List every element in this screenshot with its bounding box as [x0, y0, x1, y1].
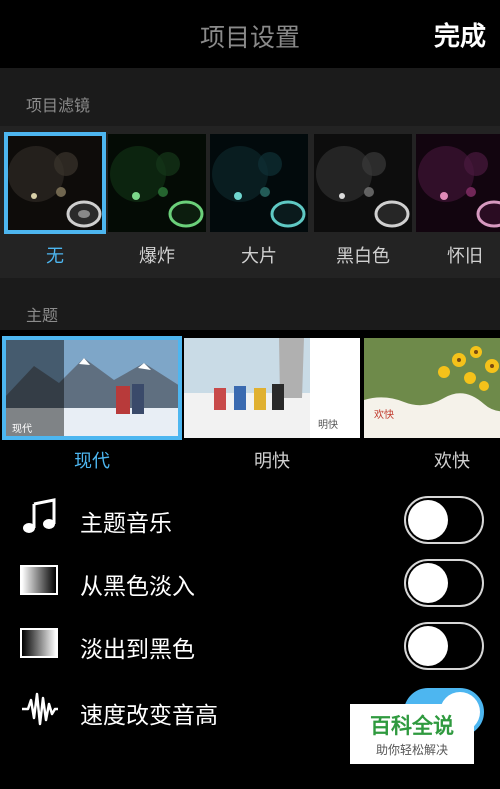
toggle-knob	[408, 563, 448, 603]
filter-thumbnail	[416, 134, 500, 232]
theme-item-bright[interactable]: 明快 明快	[184, 338, 360, 472]
toggle-knob	[408, 500, 448, 540]
filter-label: 黑白色	[336, 246, 390, 267]
theme-tag: 明快	[318, 420, 338, 431]
watermark-logo: 百科全说 助你轻松解决	[350, 704, 474, 764]
filter-thumbnail	[108, 134, 206, 232]
filter-thumbnail	[314, 134, 412, 232]
theme-section-header: 主题	[0, 278, 500, 330]
theme-label: 明快	[254, 451, 290, 472]
theme-tag: 欢快	[374, 410, 394, 421]
theme-strip[interactable]: 现代 现代 明快 明快 欢快 欢快	[0, 330, 500, 472]
filter-item-none[interactable]: 无	[4, 132, 106, 268]
setting-label: 淡出到黑色	[80, 637, 195, 663]
filter-item-vintage[interactable]: 怀旧	[416, 134, 500, 268]
theme-section-title: 主题	[26, 306, 59, 325]
setting-row-theme-music: 主题音乐	[0, 486, 500, 546]
filter-thumbnail	[4, 132, 106, 234]
filter-thumbnail	[210, 134, 308, 232]
fade-in-icon	[20, 561, 60, 599]
setting-label: 从黑色淡入	[80, 574, 195, 600]
filter-label: 无	[46, 246, 64, 267]
theme-label: 现代	[74, 451, 110, 472]
setting-label: 速度改变音高	[80, 703, 218, 729]
nav-bar: 项目设置 完成	[0, 0, 500, 68]
theme-label: 欢快	[434, 451, 470, 472]
done-button[interactable]: 完成	[434, 16, 486, 53]
filter-label: 怀旧	[447, 246, 483, 267]
theme-item-cheerful[interactable]: 欢快 欢快	[364, 338, 500, 472]
toggle-knob	[408, 626, 448, 666]
setting-label: 主题音乐	[80, 511, 172, 537]
music-note-icon	[20, 498, 60, 536]
filter-item-explosion[interactable]: 爆炸	[108, 134, 206, 268]
filter-strip[interactable]: 无 爆炸 大片 黑白色 怀旧	[0, 126, 500, 278]
page-title: 项目设置	[199, 23, 300, 52]
filter-label: 大片	[241, 246, 277, 267]
filter-item-blockbuster[interactable]: 大片	[210, 134, 308, 268]
gradient-swatch	[20, 628, 58, 658]
theme-music-toggle[interactable]	[404, 496, 484, 544]
gradient-swatch	[20, 565, 58, 595]
theme-thumbnail: 明快	[184, 338, 360, 438]
filter-section-header: 项目滤镜	[0, 68, 500, 126]
filter-label: 爆炸	[139, 246, 175, 267]
waveform-icon	[20, 690, 60, 728]
theme-thumbnail: 欢快	[364, 338, 500, 438]
setting-row-fade-out: 淡出到黑色	[0, 612, 500, 672]
setting-row-fade-in: 从黑色淡入	[0, 549, 500, 609]
fade-out-toggle[interactable]	[404, 622, 484, 670]
watermark-title: 百科全说	[370, 714, 454, 738]
fade-out-icon	[20, 624, 60, 662]
fade-in-toggle[interactable]	[404, 559, 484, 607]
theme-item-modern[interactable]: 现代 现代	[2, 336, 182, 472]
filter-item-black-white[interactable]: 黑白色	[314, 134, 412, 268]
theme-thumbnail: 现代	[2, 336, 182, 440]
filter-section-title: 项目滤镜	[26, 96, 91, 115]
theme-tag: 现代	[12, 424, 32, 435]
watermark-subtitle: 助你轻松解决	[375, 743, 448, 757]
